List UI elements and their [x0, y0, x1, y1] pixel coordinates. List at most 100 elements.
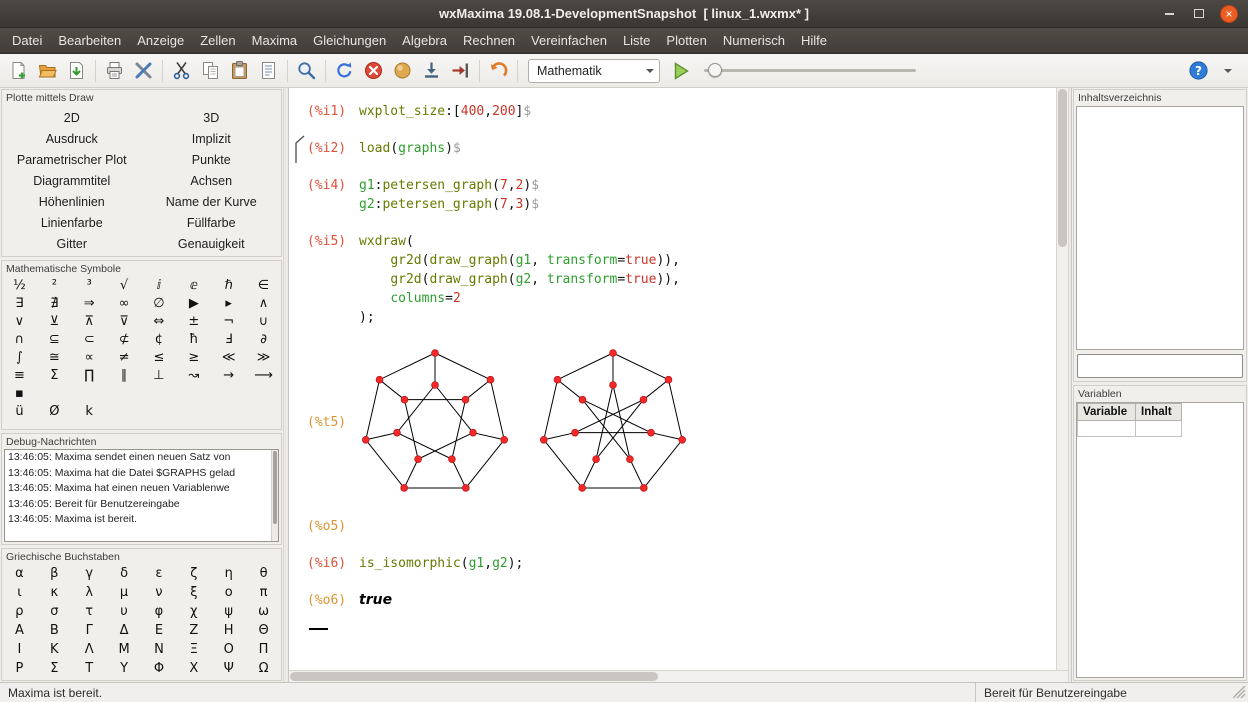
greek-letter-u3bf[interactable]: ο	[211, 583, 246, 602]
greek-letter-p[interactable]: P	[2, 659, 37, 678]
symbol-u2265[interactable]: ≥	[176, 348, 211, 366]
greek-letter-u3c5[interactable]: υ	[107, 602, 142, 621]
greek-letter-k[interactable]: K	[37, 640, 72, 659]
symbol-u27f6[interactable]: ⟶	[246, 366, 281, 384]
greek-letter-u3c6[interactable]: φ	[142, 602, 177, 621]
menu-rechnen[interactable]: Rechnen	[455, 28, 523, 54]
greek-letter-u39e[interactable]: Ξ	[176, 640, 211, 659]
greek-letter-u3a0[interactable]: Π	[246, 640, 281, 659]
greek-letter-u3c1[interactable]: ρ	[2, 602, 37, 621]
greek-letter-u3b1[interactable]: α	[2, 564, 37, 583]
symbol-u22bb[interactable]: ⊻	[37, 312, 72, 330]
symbol-u222a[interactable]: ∪	[246, 312, 281, 330]
variables-header-variable[interactable]: Variable	[1078, 404, 1136, 421]
greek-letter-y[interactable]: Y	[107, 659, 142, 678]
greek-letter-u3b4[interactable]: δ	[107, 564, 142, 583]
variables-empty-cell[interactable]	[1136, 421, 1182, 437]
worksheet-vscrollbar[interactable]	[1056, 88, 1068, 670]
symbol-u2261[interactable]: ≡	[2, 366, 37, 384]
symbol-u25b6[interactable]: ▶	[176, 294, 211, 312]
symbol-ud8[interactable]: Ø	[37, 402, 72, 420]
menu-vereinfachen[interactable]: Vereinfachen	[523, 28, 615, 54]
symbol-u3a3[interactable]: Σ	[37, 366, 72, 384]
symbol-u2227[interactable]: ∧	[246, 294, 281, 312]
greek-letter-u3ba[interactable]: κ	[37, 583, 72, 602]
greek-letter-i[interactable]: I	[2, 640, 37, 659]
copy-button[interactable]	[197, 57, 224, 84]
animation-slider[interactable]	[704, 57, 916, 84]
draw-button-füllfarbe[interactable]: Füllfarbe	[142, 212, 282, 233]
symbol-u21d4[interactable]: ⇔	[142, 312, 177, 330]
menu-zellen[interactable]: Zellen	[192, 28, 243, 54]
greek-letter-u3c4[interactable]: τ	[72, 602, 107, 621]
symbol-u25b8[interactable]: ▸	[211, 294, 246, 312]
worksheet-cell-t5[interactable]: (%t5)	[307, 345, 1056, 499]
symbol-u127[interactable]: ħ	[176, 330, 211, 348]
greek-letter-h[interactable]: H	[211, 621, 246, 640]
symbol-u2202[interactable]: ∂	[246, 330, 281, 348]
greek-letter-u3c3[interactable]: σ	[37, 602, 72, 621]
worksheet-hscrollbar[interactable]	[289, 670, 1068, 682]
greek-letter-n[interactable]: N	[142, 640, 177, 659]
draw-button-punkte[interactable]: Punkte	[142, 149, 282, 170]
draw-button-implizit[interactable]: Implizit	[142, 128, 282, 149]
select-all-button[interactable]	[255, 57, 282, 84]
symbol-u2148[interactable]: ⅈ	[142, 276, 177, 294]
symbol-u2225[interactable]: ∥	[107, 366, 142, 384]
symbol-u22a5[interactable]: ⊥	[142, 366, 177, 384]
greek-letter-u3c9[interactable]: ω	[246, 602, 281, 621]
symbol-u2282[interactable]: ⊂	[72, 330, 107, 348]
greek-letter-m[interactable]: M	[107, 640, 142, 659]
draw-button-linienfarbe[interactable]: Linienfarbe	[2, 212, 142, 233]
menu-liste[interactable]: Liste	[615, 28, 658, 54]
greek-letter-u398[interactable]: Θ	[246, 621, 281, 640]
draw-button-höhenlinien[interactable]: Höhenlinien	[2, 191, 142, 212]
greek-letter-u3b5[interactable]: ε	[142, 564, 177, 583]
undo-button[interactable]	[485, 57, 512, 84]
greek-letter-u394[interactable]: Δ	[107, 621, 142, 640]
menu-datei[interactable]: Datei	[4, 28, 50, 54]
symbol-u2284[interactable]: ⊄	[107, 330, 142, 348]
cell-bracket[interactable]	[293, 135, 305, 171]
symbol-u2192[interactable]: →	[211, 366, 246, 384]
greek-letter-z[interactable]: Z	[176, 621, 211, 640]
toc-list[interactable]	[1076, 106, 1244, 350]
symbol-u226a[interactable]: ≪	[211, 348, 246, 366]
greek-letter-u3a8[interactable]: Ψ	[211, 659, 246, 678]
vscrollbar-thumb[interactable]	[1058, 89, 1067, 247]
symbol-u2229[interactable]: ∩	[2, 330, 37, 348]
draw-button-name-der-kurve[interactable]: Name der Kurve	[142, 191, 282, 212]
greek-letter-u3be[interactable]: ξ	[176, 583, 211, 602]
greek-letter-u3bc[interactable]: μ	[107, 583, 142, 602]
greek-letter-b[interactable]: B	[37, 621, 72, 640]
symbol-u2264[interactable]: ≤	[142, 348, 177, 366]
follow-button[interactable]	[447, 57, 474, 84]
variables-empty-cell[interactable]	[1078, 421, 1136, 437]
menu-maxima[interactable]: Maxima	[244, 28, 306, 54]
worksheet-cell-o6[interactable]: (%o6)true	[307, 591, 1056, 610]
symbol-ü[interactable]: ü	[2, 402, 37, 420]
worksheet-cell-i5[interactable]: (%i5)wxdraw( gr2d(draw_graph(g1, transfo…	[307, 232, 1056, 327]
greek-letter-u393[interactable]: Γ	[72, 621, 107, 640]
draw-button-gitter[interactable]: Gitter	[2, 233, 142, 254]
symbol-ubd[interactable]: ½	[2, 276, 37, 294]
resize-grip[interactable]	[1233, 686, 1246, 702]
menu-hilfe[interactable]: Hilfe	[793, 28, 835, 54]
symbol-u2132[interactable]: Ⅎ	[211, 330, 246, 348]
greek-letter-u3b6[interactable]: ζ	[176, 564, 211, 583]
toc-filter-input[interactable]	[1077, 354, 1243, 378]
symbol-ub3[interactable]: ³	[72, 276, 107, 294]
play-button[interactable]	[667, 57, 694, 84]
worksheet-cell-i1[interactable]: (%i1)wxplot_size:[400,200]$	[307, 102, 1056, 121]
symbol-u221d[interactable]: ∝	[72, 348, 107, 366]
greek-letter-e[interactable]: E	[142, 621, 177, 640]
draw-button-genauigkeit[interactable]: Genauigkeit	[142, 233, 282, 254]
cell-style-select[interactable]: Mathematik	[528, 59, 660, 83]
symbol-u2245[interactable]: ≅	[37, 348, 72, 366]
symbol-u22bd[interactable]: ⊽	[107, 312, 142, 330]
symbol-ua2[interactable]: ¢	[142, 330, 177, 348]
debug-log[interactable]: 13:46:05: Maxima sendet einen neuen Satz…	[4, 449, 279, 542]
minimize-button[interactable]	[1160, 5, 1178, 23]
greek-letter-u3b9[interactable]: ι	[2, 583, 37, 602]
symbol-u2286[interactable]: ⊆	[37, 330, 72, 348]
